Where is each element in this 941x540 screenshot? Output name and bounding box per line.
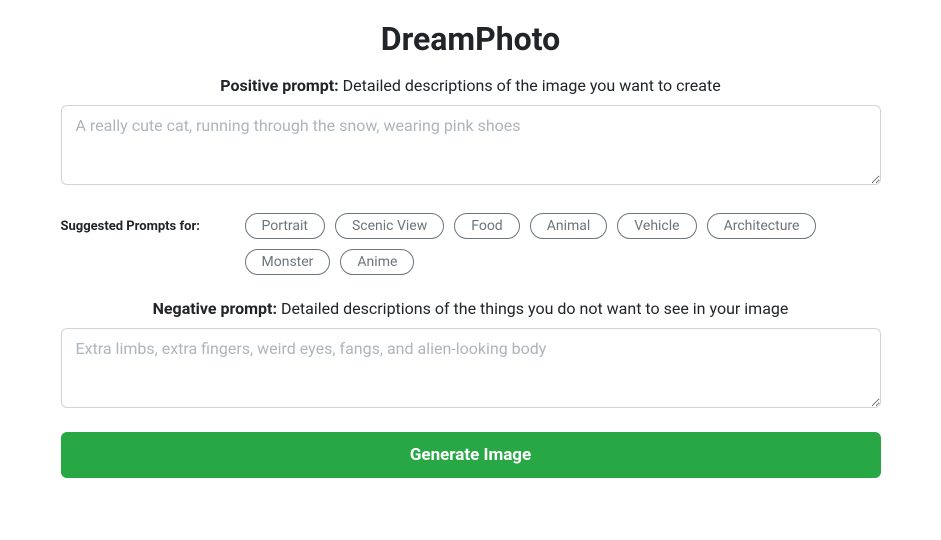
negative-prompt-label-bold: Negative prompt: [153, 299, 277, 318]
positive-prompt-label: Positive prompt: Detailed descriptions o… [61, 76, 881, 95]
negative-prompt-input[interactable] [61, 328, 881, 408]
pill-animal[interactable]: Animal [530, 213, 608, 239]
pill-architecture[interactable]: Architecture [707, 213, 817, 239]
pill-monster[interactable]: Monster [245, 249, 331, 275]
pill-anime[interactable]: Anime [340, 249, 414, 275]
pill-vehicle[interactable]: Vehicle [617, 213, 696, 239]
suggested-prompts-pills: Portrait Scenic View Food Animal Vehicle… [245, 213, 881, 275]
pill-portrait[interactable]: Portrait [245, 213, 325, 239]
pill-food[interactable]: Food [454, 213, 519, 239]
positive-prompt-label-bold: Positive prompt: [220, 76, 338, 95]
positive-prompt-input[interactable] [61, 105, 881, 185]
page-title: DreamPhoto [61, 20, 881, 58]
generate-image-button[interactable]: Generate Image [61, 432, 881, 478]
pill-scenic-view[interactable]: Scenic View [335, 213, 444, 239]
suggested-prompts-label: Suggested Prompts for: [61, 213, 221, 234]
negative-prompt-label: Negative prompt: Detailed descriptions o… [61, 299, 881, 318]
positive-prompt-label-desc: Detailed descriptions of the image you w… [339, 76, 721, 95]
negative-prompt-label-desc: Detailed descriptions of the things you … [277, 299, 788, 318]
